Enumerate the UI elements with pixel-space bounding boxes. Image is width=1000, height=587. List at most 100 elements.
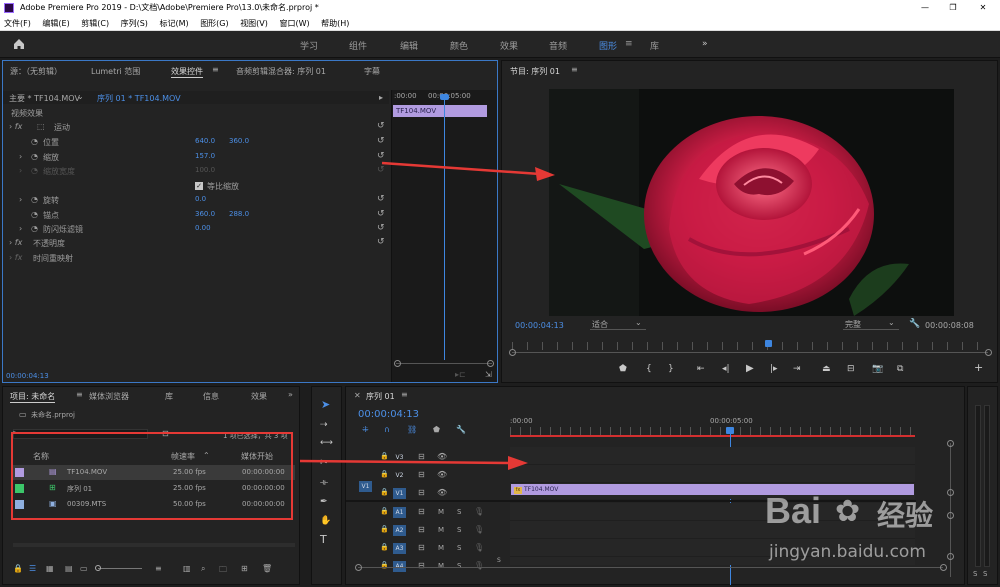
snap-icon[interactable]: ∩	[384, 425, 390, 434]
export-icon[interactable]: ⇲	[485, 370, 492, 379]
solo-right-icon[interactable]: S	[983, 570, 987, 578]
menu-help[interactable]: 帮助(H)	[321, 16, 349, 31]
sync-lock-icon[interactable]: ⊟	[418, 488, 425, 497]
timeline-close-icon[interactable]: ✕	[354, 391, 361, 400]
timeline-sequence-tab[interactable]: 序列 01	[366, 391, 395, 402]
workspace-graphics-menu-icon[interactable]: ≡	[625, 39, 633, 49]
comparison-view-icon[interactable]: ⧉	[897, 364, 903, 374]
timeline-h-scroll-start-handle[interactable]	[355, 564, 362, 571]
anchor-stopwatch-icon[interactable]: ◔	[31, 210, 38, 219]
motion-toggle-icon[interactable]: › fx	[9, 122, 22, 131]
sync-lock-icon[interactable]: ⊟	[418, 507, 425, 516]
track-lock-icon[interactable]: 🔒	[380, 452, 389, 460]
menu-window[interactable]: 窗口(W)	[279, 16, 309, 31]
position-y-value[interactable]: 360.0	[229, 137, 249, 145]
menu-graphics[interactable]: 图形(G)	[200, 16, 228, 31]
program-time-ruler[interactable]	[512, 342, 988, 350]
track-select-tool-icon[interactable]: ⇢	[320, 420, 328, 430]
motion-reset-icon[interactable]: ↺	[377, 122, 386, 131]
antiflicker-stopwatch-icon[interactable]: ◔	[31, 224, 38, 233]
audio-track-label[interactable]: A3	[393, 543, 406, 554]
scale-value[interactable]: 157.0	[195, 152, 215, 160]
workspace-audio[interactable]: 音频	[549, 39, 567, 52]
solo-track-button[interactable]: S	[457, 508, 461, 516]
ec-scroll-start-handle[interactable]	[394, 360, 401, 367]
rotation-value[interactable]: 0.0	[195, 195, 206, 203]
tab-media-browser[interactable]: 媒体浏览器	[89, 391, 129, 402]
workspace-color[interactable]: 颜色	[450, 39, 468, 52]
rotation-reset-icon[interactable]: ↺	[377, 195, 386, 204]
work-area-bar[interactable]	[510, 435, 915, 437]
rotation-expand-icon[interactable]: ›	[19, 195, 22, 204]
sync-lock-icon[interactable]: ⊟	[418, 525, 425, 534]
tab-libraries[interactable]: 库	[165, 391, 173, 402]
tab-lumetri-scopes[interactable]: Lumetri 范围	[91, 66, 140, 77]
ec-playhead[interactable]	[444, 96, 445, 360]
project-h-scrollbar[interactable]	[13, 543, 295, 547]
panel-menu-icon[interactable]: ≡	[212, 65, 219, 74]
solo-left-icon[interactable]: S	[973, 570, 977, 578]
scale-stopwatch-icon[interactable]: ◔	[31, 152, 38, 161]
track-lock-icon[interactable]: 🔒	[380, 488, 389, 496]
icon-view-icon[interactable]: ▦	[46, 564, 54, 573]
sync-lock-icon[interactable]: ⊟	[418, 452, 425, 461]
menu-clip[interactable]: 剪辑(C)	[81, 16, 109, 31]
automate-to-sequence-icon[interactable]: ▥	[183, 564, 191, 573]
more-tabs-icon[interactable]: »	[288, 390, 293, 399]
menu-view[interactable]: 视图(V)	[240, 16, 268, 31]
voice-over-record-icon[interactable]: 🎙	[474, 525, 484, 534]
workspace-assembly[interactable]: 组件	[349, 39, 367, 52]
mark-out-icon[interactable]: }	[668, 364, 674, 374]
tab-audio-clip-mixer[interactable]: 音频剪辑混合器: 序列 01	[236, 66, 326, 77]
add-marker-icon[interactable]: ⬟	[619, 364, 627, 374]
program-playhead[interactable]	[765, 340, 772, 347]
zoom-out-icon[interactable]: ▭	[80, 564, 88, 573]
selection-tool-icon[interactable]: ➤	[321, 399, 330, 410]
video-track-label[interactable]: V3	[393, 452, 406, 463]
go-to-out-icon[interactable]: ⇥	[793, 364, 801, 374]
trash-icon[interactable]: 🗑	[262, 564, 272, 573]
program-timecode[interactable]: 00:00:04:13	[515, 321, 564, 330]
add-marker-icon[interactable]: ⬟	[433, 425, 440, 434]
step-back-icon[interactable]: ◂|	[722, 364, 730, 374]
timeline-clip-tf104[interactable]: fx TF104.MOV	[511, 484, 914, 495]
program-zoom-bar[interactable]	[512, 352, 988, 353]
sequence-clip-label[interactable]: 序列 01 * TF104.MOV	[97, 93, 181, 104]
uniform-scale-checkbox[interactable]: ✓	[195, 182, 203, 190]
motion-transform-icon[interactable]: ⬚	[37, 122, 45, 131]
add-button-icon[interactable]: +	[974, 362, 983, 373]
program-zoom-end-handle[interactable]	[985, 349, 992, 356]
opacity-reset-icon[interactable]: ↺	[377, 238, 386, 247]
timeline-h-scrollbar[interactable]	[358, 567, 943, 568]
tab-captions[interactable]: 字幕	[364, 66, 380, 77]
audio-track-area[interactable]	[510, 503, 915, 565]
tab-effects[interactable]: 效果	[251, 391, 267, 402]
sort-icon[interactable]: ≡	[155, 564, 162, 573]
antiflicker-value[interactable]: 0.00	[195, 224, 211, 232]
workspace-graphics[interactable]: 图形	[599, 39, 617, 52]
position-x-value[interactable]: 640.0	[195, 137, 215, 145]
more-workspaces-icon[interactable]: »	[702, 39, 708, 49]
track-lock-icon[interactable]: 🔒	[380, 470, 389, 478]
thumbnail-zoom-slider[interactable]	[98, 568, 142, 569]
tab-effect-controls[interactable]: 效果控件	[171, 66, 203, 78]
timeline-a-scroll-bottom-handle[interactable]	[947, 553, 954, 560]
wrench-icon[interactable]: 🔧	[909, 319, 920, 329]
tab-source[interactable]: 源：（无剪辑）	[10, 66, 62, 77]
pen-tool-icon[interactable]: ✒	[320, 497, 328, 507]
timeline-h-scroll-end-handle[interactable]	[940, 564, 947, 571]
timeline-ruler[interactable]	[510, 427, 915, 435]
rotation-stopwatch-icon[interactable]: ◔	[31, 195, 38, 204]
type-tool-icon[interactable]: T	[320, 534, 327, 545]
step-forward-icon[interactable]: |▸	[770, 364, 778, 374]
scale-expand-icon[interactable]: ›	[19, 152, 22, 161]
nest-toggle-icon[interactable]: ⁜	[362, 425, 369, 434]
workspace-effects[interactable]: 效果	[500, 39, 518, 52]
ec-clip-bar[interactable]: TF104.MOV	[393, 105, 487, 117]
toggle-output-eye-icon[interactable]: 👁	[437, 452, 447, 461]
extract-icon[interactable]: ⊟	[847, 364, 855, 374]
solo-track-button[interactable]: S	[457, 562, 461, 570]
audio-track-label[interactable]: A1	[393, 507, 406, 518]
close-button[interactable]: ✕	[976, 0, 990, 16]
track-lock-icon[interactable]: 🔒	[380, 543, 389, 551]
